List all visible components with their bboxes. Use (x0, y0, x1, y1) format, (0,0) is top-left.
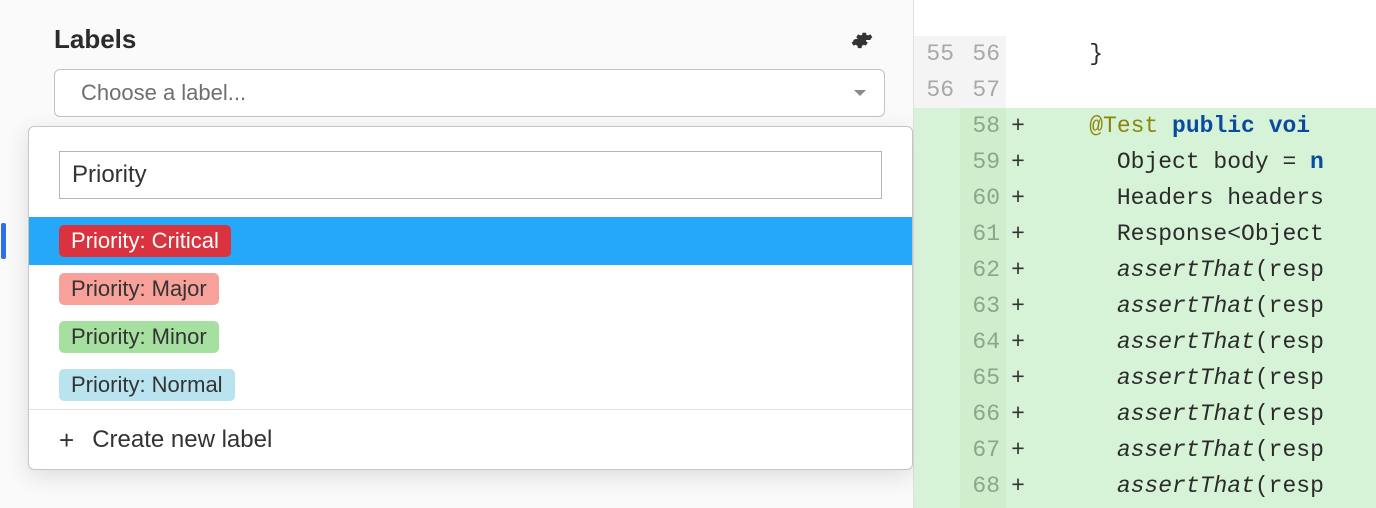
line-number-new: 57 (960, 72, 1006, 108)
line-number-new: 56 (960, 36, 1006, 72)
line-number-new: 60 (960, 180, 1006, 216)
labels-title: Labels (54, 24, 136, 55)
line-number-new: 58 (960, 108, 1006, 144)
diff-sign: + (1006, 468, 1030, 504)
diff-line: 58+ @Test public voi (914, 108, 1376, 144)
label-option[interactable]: Priority: Minor (29, 313, 912, 361)
line-number-new: 62 (960, 252, 1006, 288)
diff-sign: + (1006, 144, 1030, 180)
line-number-new: 63 (960, 288, 1006, 324)
diff-sign: + (1006, 432, 1030, 468)
diff-sign: + (1006, 288, 1030, 324)
labels-search-input[interactable] (59, 151, 882, 199)
create-new-label-button[interactable]: + Create new label (29, 409, 912, 469)
code-text: assertThat(resp (1030, 360, 1324, 396)
line-number-new: 66 (960, 396, 1006, 432)
diff-sign: + (1006, 360, 1030, 396)
diff-line: 62+ assertThat(resp (914, 252, 1376, 288)
labels-options-list: Priority: Critical Priority: Major Priorit… (29, 217, 912, 409)
line-number-new: 67 (960, 432, 1006, 468)
diff-sign: + (1006, 252, 1030, 288)
line-number-old: 56 (914, 72, 960, 108)
line-number-new: 61 (960, 216, 1006, 252)
code-text: Response<Object (1030, 216, 1324, 252)
labels-dropdown: Priority: Critical Priority: Major Priorit… (28, 126, 913, 470)
label-option[interactable]: Priority: Critical (29, 217, 912, 265)
diff-sign: + (1006, 180, 1030, 216)
diff-line: 59+ Object body = n (914, 144, 1376, 180)
diff-line: 60+ Headers headers (914, 180, 1376, 216)
gear-icon[interactable] (851, 29, 873, 51)
label-chip: Priority: Major (59, 273, 219, 305)
diff-line: 5556 } (914, 36, 1376, 72)
labels-header: Labels (54, 24, 873, 55)
code-text: assertThat(resp (1030, 252, 1324, 288)
diff-sign (1006, 36, 1030, 72)
create-new-label-text: Create new label (92, 426, 272, 454)
diff-sign (1006, 0, 1030, 36)
code-text: assertThat(resp (1030, 288, 1324, 324)
diff-sign: + (1006, 396, 1030, 432)
line-number-new: 68 (960, 468, 1006, 504)
selected-indicator (1, 223, 6, 259)
code-text: Headers headers (1030, 180, 1324, 216)
label-option[interactable]: Priority: Major (29, 265, 912, 313)
code-text: assertThat(resp (1030, 432, 1324, 468)
diff-line: 64+ assertThat(resp (914, 324, 1376, 360)
diff-sign: + (1006, 108, 1030, 144)
code-diff-panel: 5556 }5657 58+ @Test public voi59+ Objec… (914, 0, 1376, 508)
line-number-old: 55 (914, 36, 960, 72)
diff-line: 63+ assertThat(resp (914, 288, 1376, 324)
diff-sign: + (1006, 504, 1030, 508)
labels-sidebar: Labels Choose a label... Priority: Criti… (0, 0, 914, 508)
code-text: assertThat(resp (1030, 468, 1324, 504)
diff-sign: + (1006, 324, 1030, 360)
code-text: } (1030, 504, 1103, 508)
diff-sign: + (1006, 216, 1030, 252)
diff-line: 69+ } (914, 504, 1376, 508)
diff-line: 5657 (914, 72, 1376, 108)
line-number-new: 64 (960, 324, 1006, 360)
diff-line: 65+ assertThat(resp (914, 360, 1376, 396)
line-number-new: 69 (960, 504, 1006, 508)
diff-sign (1006, 72, 1030, 108)
choose-label-placeholder: Choose a label... (81, 80, 246, 106)
label-chip: Priority: Normal (59, 369, 235, 401)
label-option[interactable]: Priority: Normal (29, 361, 912, 409)
label-chip: Priority: Critical (59, 225, 231, 257)
line-number-new: 59 (960, 144, 1006, 180)
diff-line (914, 0, 1376, 36)
chevron-down-icon (854, 90, 866, 96)
line-number-new: 65 (960, 360, 1006, 396)
plus-icon: + (59, 427, 74, 453)
diff-line: 68+ assertThat(resp (914, 468, 1376, 504)
label-chip: Priority: Minor (59, 321, 219, 353)
code-text: } (1030, 36, 1103, 72)
choose-label-select[interactable]: Choose a label... (54, 69, 885, 117)
code-text: assertThat(resp (1030, 396, 1324, 432)
diff-line: 61+ Response<Object (914, 216, 1376, 252)
labels-search-wrap (29, 127, 912, 217)
diff-line: 67+ assertThat(resp (914, 432, 1376, 468)
code-text: Object body = n (1030, 144, 1324, 180)
code-text: @Test public voi (1030, 108, 1310, 144)
diff-line: 66+ assertThat(resp (914, 396, 1376, 432)
code-text: assertThat(resp (1030, 324, 1324, 360)
